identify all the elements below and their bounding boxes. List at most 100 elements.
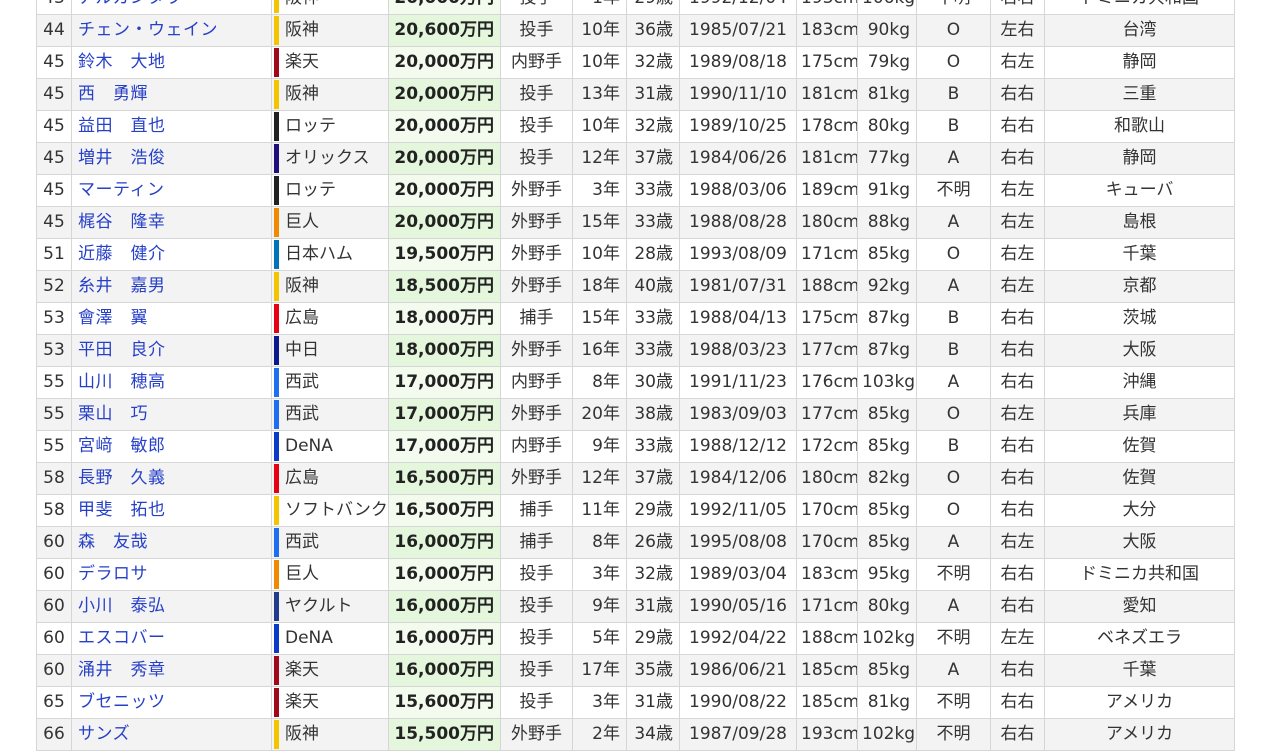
birthdate-cell: 1984/06/26 (679, 142, 797, 175)
blood-type-cell: A (916, 366, 991, 399)
player-name-link[interactable]: 西 勇輝 (78, 84, 148, 104)
player-name-link[interactable]: 糸井 嘉男 (78, 276, 166, 296)
blood-type-cell: O (916, 398, 991, 431)
player-name-link[interactable]: 宮﨑 敏郎 (78, 436, 166, 456)
height-cell: 193cm (796, 718, 858, 751)
hometown-cell: アメリカ (1044, 686, 1235, 719)
player-name-link[interactable]: アルカンタラ (78, 0, 182, 8)
salary-cell: 20,000万円 (388, 46, 501, 79)
hometown-cell: 千葉 (1044, 654, 1235, 687)
position-cell: 捕手 (500, 494, 573, 527)
age-cell: 32歳 (626, 110, 680, 143)
age-cell: 29歳 (626, 494, 680, 527)
player-name-link[interactable]: 森 友哉 (78, 532, 148, 552)
player-name-link[interactable]: 栗山 巧 (78, 404, 148, 424)
salary-cell: 16,000万円 (388, 654, 501, 687)
throws-bats-cell: 右右 (990, 430, 1045, 463)
team-cell: 広島 (271, 302, 389, 335)
team-cell: 西武 (271, 398, 389, 431)
salary-cell: 16,500万円 (388, 494, 501, 527)
position-cell: 外野手 (500, 462, 573, 495)
player-name-link[interactable]: チェン・ウェイン (78, 20, 218, 40)
player-name-link[interactable]: 小川 泰弘 (78, 596, 166, 616)
table-row: 45 西 勇輝 阪神 20,000万円 投手 13年 31歳 1990/11/10 181cm 8… (36, 78, 1235, 111)
table-row: 60 涌井 秀章 楽天 16,000万円 投手 17年 35歳 1986/06/21 185cm… (36, 654, 1235, 687)
rank-cell: 53 (36, 334, 72, 367)
team-name: DeNA (285, 436, 333, 456)
position-cell: 投手 (500, 654, 573, 687)
blood-type-cell: A (916, 526, 991, 559)
weight-cell: 92kg (857, 270, 917, 303)
player-name-link[interactable]: 増井 浩俊 (78, 148, 166, 168)
player-name-cell: 西 勇輝 (71, 78, 272, 111)
player-name-cell: サンズ (71, 718, 272, 751)
hometown-cell: 佐賀 (1044, 430, 1235, 463)
team-cell: 阪神 (271, 718, 389, 751)
player-name-link[interactable]: 會澤 翼 (78, 308, 148, 328)
blood-type-cell: 不明 (916, 558, 991, 591)
team-name: ロッテ (285, 180, 336, 200)
years-cell: 3年 (572, 174, 627, 207)
player-name-link[interactable]: 梶谷 隆幸 (78, 212, 166, 232)
hometown-cell: 千葉 (1044, 238, 1235, 271)
throws-bats-cell: 右左 (990, 238, 1045, 271)
player-name-link[interactable]: 甲斐 拓也 (78, 500, 166, 520)
years-cell: 10年 (572, 46, 627, 79)
height-cell: 170cm (796, 494, 858, 527)
hometown-cell: 静岡 (1044, 46, 1235, 79)
weight-cell: 88kg (857, 206, 917, 239)
years-cell: 15年 (572, 302, 627, 335)
table-row: 44 チェン・ウェイン 阪神 20,600万円 投手 10年 36歳 1985/07/21 18… (36, 14, 1235, 47)
player-name-cell: ブセニッツ (71, 686, 272, 719)
hometown-cell: ドミニカ共和国 (1044, 558, 1235, 591)
age-cell: 29歳 (626, 0, 680, 15)
hometown-cell: 静岡 (1044, 142, 1235, 175)
table-row: 51 近藤 健介 日本ハム 19,500万円 外野手 10年 28歳 1993/08/09 17… (36, 238, 1235, 271)
player-name-link[interactable]: 山川 穂高 (78, 372, 166, 392)
salary-cell: 20,000万円 (388, 0, 501, 15)
player-name-link[interactable]: 益田 直也 (78, 116, 166, 136)
player-name-link[interactable]: 近藤 健介 (78, 244, 166, 264)
weight-cell: 82kg (857, 462, 917, 495)
blood-type-cell: O (916, 238, 991, 271)
team-name: 巨人 (285, 212, 319, 232)
player-name-link[interactable]: マーティン (78, 180, 164, 200)
position-cell: 外野手 (500, 206, 573, 239)
age-cell: 37歳 (626, 462, 680, 495)
player-name-link[interactable]: エスコバー (78, 628, 166, 648)
blood-type-cell: A (916, 206, 991, 239)
rank-cell: 51 (36, 238, 72, 271)
hometown-cell: 佐賀 (1044, 462, 1235, 495)
salary-cell: 16,000万円 (388, 590, 501, 623)
height-cell: 185cm (796, 654, 858, 687)
height-cell: 188cm (796, 270, 858, 303)
player-name-link[interactable]: 平田 良介 (78, 340, 166, 360)
height-cell: 177cm (796, 334, 858, 367)
table-row: 60 小川 泰弘 ヤクルト 16,000万円 投手 9年 31歳 1990/05/16 171c… (36, 590, 1235, 623)
player-name-link[interactable]: 鈴木 大地 (78, 52, 166, 72)
player-name-link[interactable]: 長野 久義 (78, 468, 166, 488)
team-name: 阪神 (285, 0, 319, 8)
age-cell: 34歳 (626, 718, 680, 751)
player-name-link[interactable]: ブセニッツ (78, 692, 166, 712)
player-name-link[interactable]: デラロサ (78, 564, 148, 584)
player-name-link[interactable]: サンズ (78, 724, 130, 744)
age-cell: 36歳 (626, 14, 680, 47)
height-cell: 188cm (796, 622, 858, 655)
height-cell: 181cm (796, 78, 858, 111)
blood-type-cell: 不明 (916, 718, 991, 751)
birthdate-cell: 1992/04/22 (679, 622, 797, 655)
team-cell: ヤクルト (271, 590, 389, 623)
salary-cell: 16,500万円 (388, 462, 501, 495)
team-name: 西武 (285, 404, 319, 424)
team-cell: 中日 (271, 334, 389, 367)
years-cell: 9年 (572, 590, 627, 623)
team-name: 楽天 (285, 52, 319, 72)
player-name-link[interactable]: 涌井 秀章 (78, 660, 166, 680)
birthdate-cell: 1992/11/05 (679, 494, 797, 527)
rank-cell: 60 (36, 654, 72, 687)
weight-cell: 85kg (857, 430, 917, 463)
table-row: 65 ブセニッツ 楽天 15,600万円 投手 3年 31歳 1990/08/22 185cm 8… (36, 686, 1235, 719)
team-color-bar (274, 528, 279, 557)
throws-bats-cell: 右右 (990, 334, 1045, 367)
